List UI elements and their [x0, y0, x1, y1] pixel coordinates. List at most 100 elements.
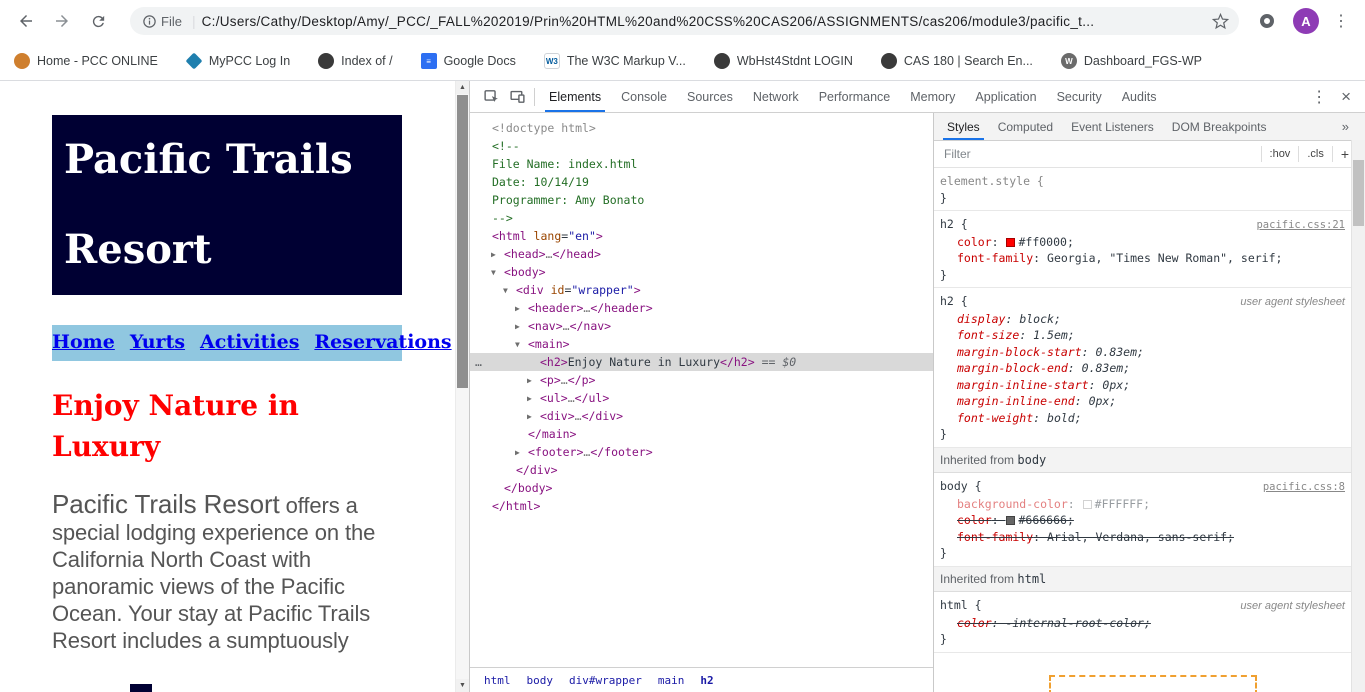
- css-declaration[interactable]: margin-block-start: 0.83em;: [940, 344, 1345, 361]
- tree-node[interactable]: File Name: index.html: [470, 155, 933, 173]
- tree-node[interactable]: </div>: [470, 461, 933, 479]
- tree-node[interactable]: </body>: [470, 479, 933, 497]
- tab-network[interactable]: Network: [743, 81, 809, 112]
- tree-node[interactable]: Date: 10/14/19: [470, 173, 933, 191]
- twisty-closed-icon[interactable]: ▶: [515, 300, 520, 318]
- tab-performance[interactable]: Performance: [809, 81, 901, 112]
- css-declaration[interactable]: font-size: 1.5em;: [940, 327, 1345, 344]
- tree-node[interactable]: </html>: [470, 497, 933, 515]
- styles-tab-styles[interactable]: Styles: [938, 113, 989, 140]
- twisty-open-icon[interactable]: ▼: [503, 282, 508, 300]
- bookmark-dashboard-fgs-wp[interactable]: W Dashboard_FGS-WP: [1060, 53, 1202, 69]
- tree-node[interactable]: … <h2>Enjoy Nature in Luxury</h2> == $0: [470, 353, 933, 371]
- scroll-up-icon[interactable]: ▲: [456, 81, 469, 94]
- tree-node[interactable]: ▶ <head>…</head>: [470, 245, 933, 263]
- styles-scrollbar-thumb[interactable]: [1353, 160, 1364, 226]
- crumb-body[interactable]: body: [527, 674, 554, 687]
- twisty-closed-icon[interactable]: ▶: [527, 408, 532, 426]
- tree-node[interactable]: ▶ <div>…</div>: [470, 407, 933, 425]
- tree-node[interactable]: Programmer: Amy Bonato: [470, 191, 933, 209]
- tree-node[interactable]: </main>: [470, 425, 933, 443]
- forward-icon[interactable]: [48, 7, 76, 35]
- bookmark-home-pcc-online[interactable]: Home - PCC ONLINE: [14, 53, 158, 69]
- nav-link-home[interactable]: Home: [52, 331, 115, 353]
- overflow-chevron-icon[interactable]: »: [1342, 119, 1365, 134]
- css-declaration[interactable]: color: #ff0000;: [940, 234, 1345, 251]
- css-declaration[interactable]: margin-inline-end: 0px;: [940, 393, 1345, 410]
- css-declaration[interactable]: color: -internal-root-color;: [940, 615, 1345, 632]
- tree-node[interactable]: <!--: [470, 137, 933, 155]
- nav-link-yurts[interactable]: Yurts: [130, 331, 185, 353]
- bookmark-mypcc-log-in[interactable]: MyPCC Log In: [185, 52, 290, 70]
- inherited-node-link[interactable]: body: [1017, 453, 1046, 467]
- tree-node[interactable]: ▶ <header>…</header>: [470, 299, 933, 317]
- css-declaration[interactable]: font-family: Arial, Verdana, sans-serif;: [940, 529, 1345, 546]
- tree-node[interactable]: ▼ <body>: [470, 263, 933, 281]
- color-swatch[interactable]: [1082, 499, 1092, 509]
- tree-node[interactable]: ▶ <footer>…</footer>: [470, 443, 933, 461]
- twisty-closed-icon[interactable]: ▶: [527, 390, 532, 408]
- scroll-down-icon[interactable]: ▼: [456, 679, 469, 692]
- tab-console[interactable]: Console: [611, 81, 677, 112]
- bookmark-google-docs[interactable]: ≡ Google Docs: [420, 53, 516, 69]
- css-declaration[interactable]: font-weight: bold;: [940, 410, 1345, 427]
- nav-link-activities[interactable]: Activities: [200, 331, 299, 353]
- crumb-main[interactable]: main: [658, 674, 685, 687]
- device-toolbar-icon[interactable]: [504, 84, 530, 110]
- css-declaration[interactable]: margin-block-end: 0.83em;: [940, 360, 1345, 377]
- back-icon[interactable]: [12, 7, 40, 35]
- inherited-node-link[interactable]: html: [1017, 572, 1046, 586]
- stylesheet-link[interactable]: pacific.css:8: [1263, 479, 1345, 496]
- twisty-closed-icon[interactable]: ▶: [491, 246, 496, 264]
- stylesheet-link[interactable]: pacific.css:21: [1256, 217, 1345, 234]
- css-declaration[interactable]: color: #666666;: [940, 512, 1345, 529]
- nav-link-reservations[interactable]: Reservations: [314, 331, 451, 353]
- page-scrollbar[interactable]: ▲ ▼: [455, 81, 469, 692]
- bookmark-the-w3c-markup-v[interactable]: W3 The W3C Markup V...: [543, 53, 686, 69]
- bookmark-cas-180-search-en[interactable]: CAS 180 | Search En...: [880, 53, 1033, 69]
- twisty-closed-icon[interactable]: ▶: [515, 444, 520, 462]
- styles-scrollbar[interactable]: [1351, 140, 1365, 692]
- tab-audits[interactable]: Audits: [1112, 81, 1167, 112]
- tree-node[interactable]: ▼ <div id="wrapper">: [470, 281, 933, 299]
- tree-node[interactable]: ▶ <ul>…</ul>: [470, 389, 933, 407]
- tree-node[interactable]: ▶ <p>…</p>: [470, 371, 933, 389]
- styles-tab-computed[interactable]: Computed: [989, 113, 1062, 140]
- styles-filter-input[interactable]: [942, 146, 1261, 162]
- twisty-closed-icon[interactable]: ▶: [527, 372, 532, 390]
- color-swatch[interactable]: [1006, 237, 1016, 247]
- css-declaration[interactable]: font-family: Georgia, "Times New Roman",…: [940, 250, 1345, 267]
- twisty-open-icon[interactable]: ▼: [491, 264, 496, 282]
- crumb-h2[interactable]: h2: [700, 674, 713, 687]
- tree-node[interactable]: ▶ <nav>…</nav>: [470, 317, 933, 335]
- twisty-closed-icon[interactable]: ▶: [515, 318, 520, 336]
- pseudo-state-toggle[interactable]: :hov: [1260, 146, 1299, 162]
- css-declaration[interactable]: margin-inline-start: 0px;: [940, 377, 1345, 394]
- refresh-icon[interactable]: [84, 7, 112, 35]
- class-toggle[interactable]: .cls: [1298, 146, 1332, 162]
- tab-elements[interactable]: Elements: [539, 81, 611, 112]
- tab-memory[interactable]: Memory: [900, 81, 965, 112]
- crumb-html[interactable]: html: [484, 674, 511, 687]
- bookmark-index-of[interactable]: Index of /: [318, 53, 393, 69]
- tab-sources[interactable]: Sources: [677, 81, 743, 112]
- extension-icon[interactable]: [1257, 11, 1277, 31]
- crumb-div-wrapper[interactable]: div#wrapper: [569, 674, 642, 687]
- profile-avatar[interactable]: A: [1293, 8, 1319, 34]
- devtools-more-icon[interactable]: ⋮: [1305, 87, 1333, 107]
- styles-tab-event-listeners[interactable]: Event Listeners: [1062, 113, 1163, 140]
- devtools-close-icon[interactable]: ×: [1333, 87, 1359, 107]
- color-swatch[interactable]: [1006, 516, 1016, 525]
- css-declaration[interactable]: display: block;: [940, 311, 1345, 328]
- browser-menu-icon[interactable]: ⋮: [1327, 11, 1355, 31]
- twisty-open-icon[interactable]: ▼: [515, 336, 520, 354]
- info-icon[interactable]: [142, 14, 157, 29]
- tree-node[interactable]: <!doctype html>: [470, 119, 933, 137]
- tree-node[interactable]: ▼ <main>: [470, 335, 933, 353]
- tree-node[interactable]: -->: [470, 209, 933, 227]
- bookmark-wbhst4stdnt-login[interactable]: WbHst4Stdnt LOGIN: [713, 53, 853, 69]
- css-declaration[interactable]: background-color: #FFFFFF;: [940, 496, 1345, 513]
- bookmark-star-icon[interactable]: [1212, 12, 1229, 30]
- tree-node[interactable]: <html lang="en">: [470, 227, 933, 245]
- node-menu-icon[interactable]: …: [475, 353, 482, 371]
